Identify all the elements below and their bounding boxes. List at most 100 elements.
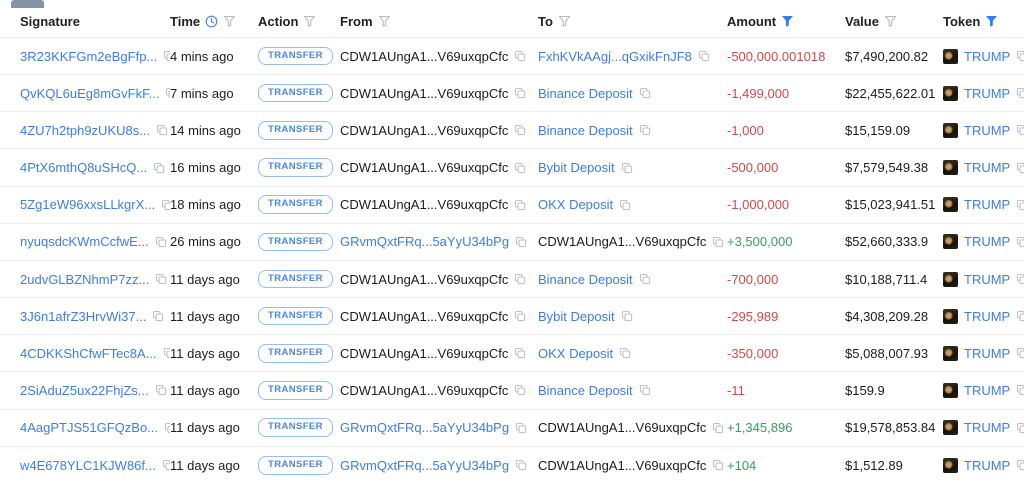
from-address[interactable]: GRvmQxtFRq...5aYyU34bPg <box>340 458 509 473</box>
signature-link[interactable]: 4CDKKShCfwFTec8A... <box>20 346 157 361</box>
copy-icon[interactable] <box>514 50 526 62</box>
filter-outline-icon[interactable] <box>303 15 316 28</box>
token-link[interactable]: TRUMP <box>964 49 1010 64</box>
copy-icon[interactable] <box>619 347 631 359</box>
from-address[interactable]: CDW1AUngA1...V69uxqpCfc <box>340 346 508 361</box>
copy-icon[interactable] <box>698 50 710 62</box>
to-address[interactable]: CDW1AUngA1...V69uxqpCfc <box>538 458 706 473</box>
token-link[interactable]: TRUMP <box>964 272 1010 287</box>
copy-icon[interactable] <box>155 384 167 396</box>
copy-icon[interactable] <box>163 50 170 62</box>
to-address[interactable]: Binance Deposit <box>538 383 633 398</box>
copy-icon[interactable] <box>1016 384 1024 396</box>
copy-icon[interactable] <box>514 162 526 174</box>
filter-outline-icon[interactable] <box>223 15 236 28</box>
to-address[interactable]: CDW1AUngA1...V69uxqpCfc <box>538 420 706 435</box>
copy-icon[interactable] <box>152 310 164 322</box>
token-link[interactable]: TRUMP <box>964 197 1010 212</box>
copy-icon[interactable] <box>1016 162 1024 174</box>
filter-outline-icon[interactable] <box>378 15 391 28</box>
signature-link[interactable]: nyuqsdcKWmCcfwE... <box>20 234 149 249</box>
copy-icon[interactable] <box>163 347 170 359</box>
copy-icon[interactable] <box>162 459 170 471</box>
to-address[interactable]: CDW1AUngA1...V69uxqpCfc <box>538 234 706 249</box>
from-address[interactable]: CDW1AUngA1...V69uxqpCfc <box>340 309 508 324</box>
from-address[interactable]: CDW1AUngA1...V69uxqpCfc <box>340 86 508 101</box>
to-address[interactable]: Binance Deposit <box>538 86 633 101</box>
to-address[interactable]: Binance Deposit <box>538 123 633 138</box>
copy-icon[interactable] <box>712 236 724 248</box>
copy-icon[interactable] <box>514 199 526 211</box>
copy-icon[interactable] <box>639 384 651 396</box>
copy-icon[interactable] <box>515 459 527 471</box>
copy-icon[interactable] <box>621 310 633 322</box>
copy-icon[interactable] <box>155 273 167 285</box>
copy-icon[interactable] <box>156 124 168 136</box>
copy-icon[interactable] <box>1016 236 1024 248</box>
from-address[interactable]: CDW1AUngA1...V69uxqpCfc <box>340 49 508 64</box>
filter-outline-icon[interactable] <box>884 15 897 28</box>
signature-link[interactable]: 4PtX6mthQ8uSHcQ... <box>20 160 147 175</box>
from-address[interactable]: GRvmQxtFRq...5aYyU34bPg <box>340 420 509 435</box>
to-address[interactable]: Bybit Deposit <box>538 160 615 175</box>
filter-outline-icon[interactable] <box>558 15 571 28</box>
copy-icon[interactable] <box>1016 124 1024 136</box>
signature-link[interactable]: 4AagPTJS51GFQzBo... <box>20 420 158 435</box>
filter-solid-icon[interactable] <box>781 15 794 28</box>
token-link[interactable]: TRUMP <box>964 383 1010 398</box>
to-address[interactable]: Binance Deposit <box>538 272 633 287</box>
signature-link[interactable]: 2udvGLBZNhmP7zz... <box>20 272 149 287</box>
copy-icon[interactable] <box>639 273 651 285</box>
from-address[interactable]: CDW1AUngA1...V69uxqpCfc <box>340 160 508 175</box>
copy-icon[interactable] <box>1016 422 1024 434</box>
from-address[interactable]: CDW1AUngA1...V69uxqpCfc <box>340 123 508 138</box>
copy-icon[interactable] <box>514 87 526 99</box>
copy-icon[interactable] <box>161 199 170 211</box>
copy-icon[interactable] <box>639 87 651 99</box>
token-link[interactable]: TRUMP <box>964 346 1010 361</box>
signature-link[interactable]: 3R23KKFGm2eBgFfp... <box>20 49 157 64</box>
to-address[interactable]: OKX Deposit <box>538 197 613 212</box>
to-address[interactable]: Bybit Deposit <box>538 309 615 324</box>
signature-link[interactable]: 5Zg1eW96xxsLLkgrX... <box>20 197 155 212</box>
copy-icon[interactable] <box>1016 459 1024 471</box>
token-link[interactable]: TRUMP <box>964 420 1010 435</box>
token-link[interactable]: TRUMP <box>964 309 1010 324</box>
copy-icon[interactable] <box>514 273 526 285</box>
from-address[interactable]: CDW1AUngA1...V69uxqpCfc <box>340 197 508 212</box>
copy-icon[interactable] <box>1016 199 1024 211</box>
from-address[interactable]: CDW1AUngA1...V69uxqpCfc <box>340 272 508 287</box>
token-link[interactable]: TRUMP <box>964 458 1010 473</box>
copy-icon[interactable] <box>514 124 526 136</box>
token-link[interactable]: TRUMP <box>964 86 1010 101</box>
copy-icon[interactable] <box>1016 347 1024 359</box>
copy-icon[interactable] <box>1016 310 1024 322</box>
token-link[interactable]: TRUMP <box>964 160 1010 175</box>
copy-icon[interactable] <box>153 162 165 174</box>
copy-icon[interactable] <box>515 422 527 434</box>
from-address[interactable]: CDW1AUngA1...V69uxqpCfc <box>340 383 508 398</box>
copy-icon[interactable] <box>1016 50 1024 62</box>
signature-link[interactable]: w4E678YLC1KJW86f... <box>20 458 156 473</box>
token-link[interactable]: TRUMP <box>964 123 1010 138</box>
token-link[interactable]: TRUMP <box>964 234 1010 249</box>
copy-icon[interactable] <box>1016 87 1024 99</box>
signature-link[interactable]: 4ZU7h2tph9zUKU8s... <box>20 123 150 138</box>
to-address[interactable]: OKX Deposit <box>538 346 613 361</box>
filter-solid-icon[interactable] <box>985 15 998 28</box>
clock-icon[interactable] <box>205 15 218 28</box>
copy-icon[interactable] <box>619 199 631 211</box>
signature-link[interactable]: 2SiAduZ5ux22FhjZs... <box>20 383 149 398</box>
copy-icon[interactable] <box>639 124 651 136</box>
copy-icon[interactable] <box>514 347 526 359</box>
copy-icon[interactable] <box>621 162 633 174</box>
copy-icon[interactable] <box>514 310 526 322</box>
from-address[interactable]: GRvmQxtFRq...5aYyU34bPg <box>340 234 509 249</box>
signature-link[interactable]: 3J6n1afrZ3HrvWi37... <box>20 309 146 324</box>
signature-link[interactable]: QvKQL6uEg8mGvFkF... <box>20 86 159 101</box>
copy-icon[interactable] <box>712 459 724 471</box>
to-address[interactable]: FxhKVkAAgj...qGxikFnJF8 <box>538 49 692 64</box>
copy-icon[interactable] <box>1016 273 1024 285</box>
copy-icon[interactable] <box>515 236 527 248</box>
copy-icon[interactable] <box>155 236 167 248</box>
